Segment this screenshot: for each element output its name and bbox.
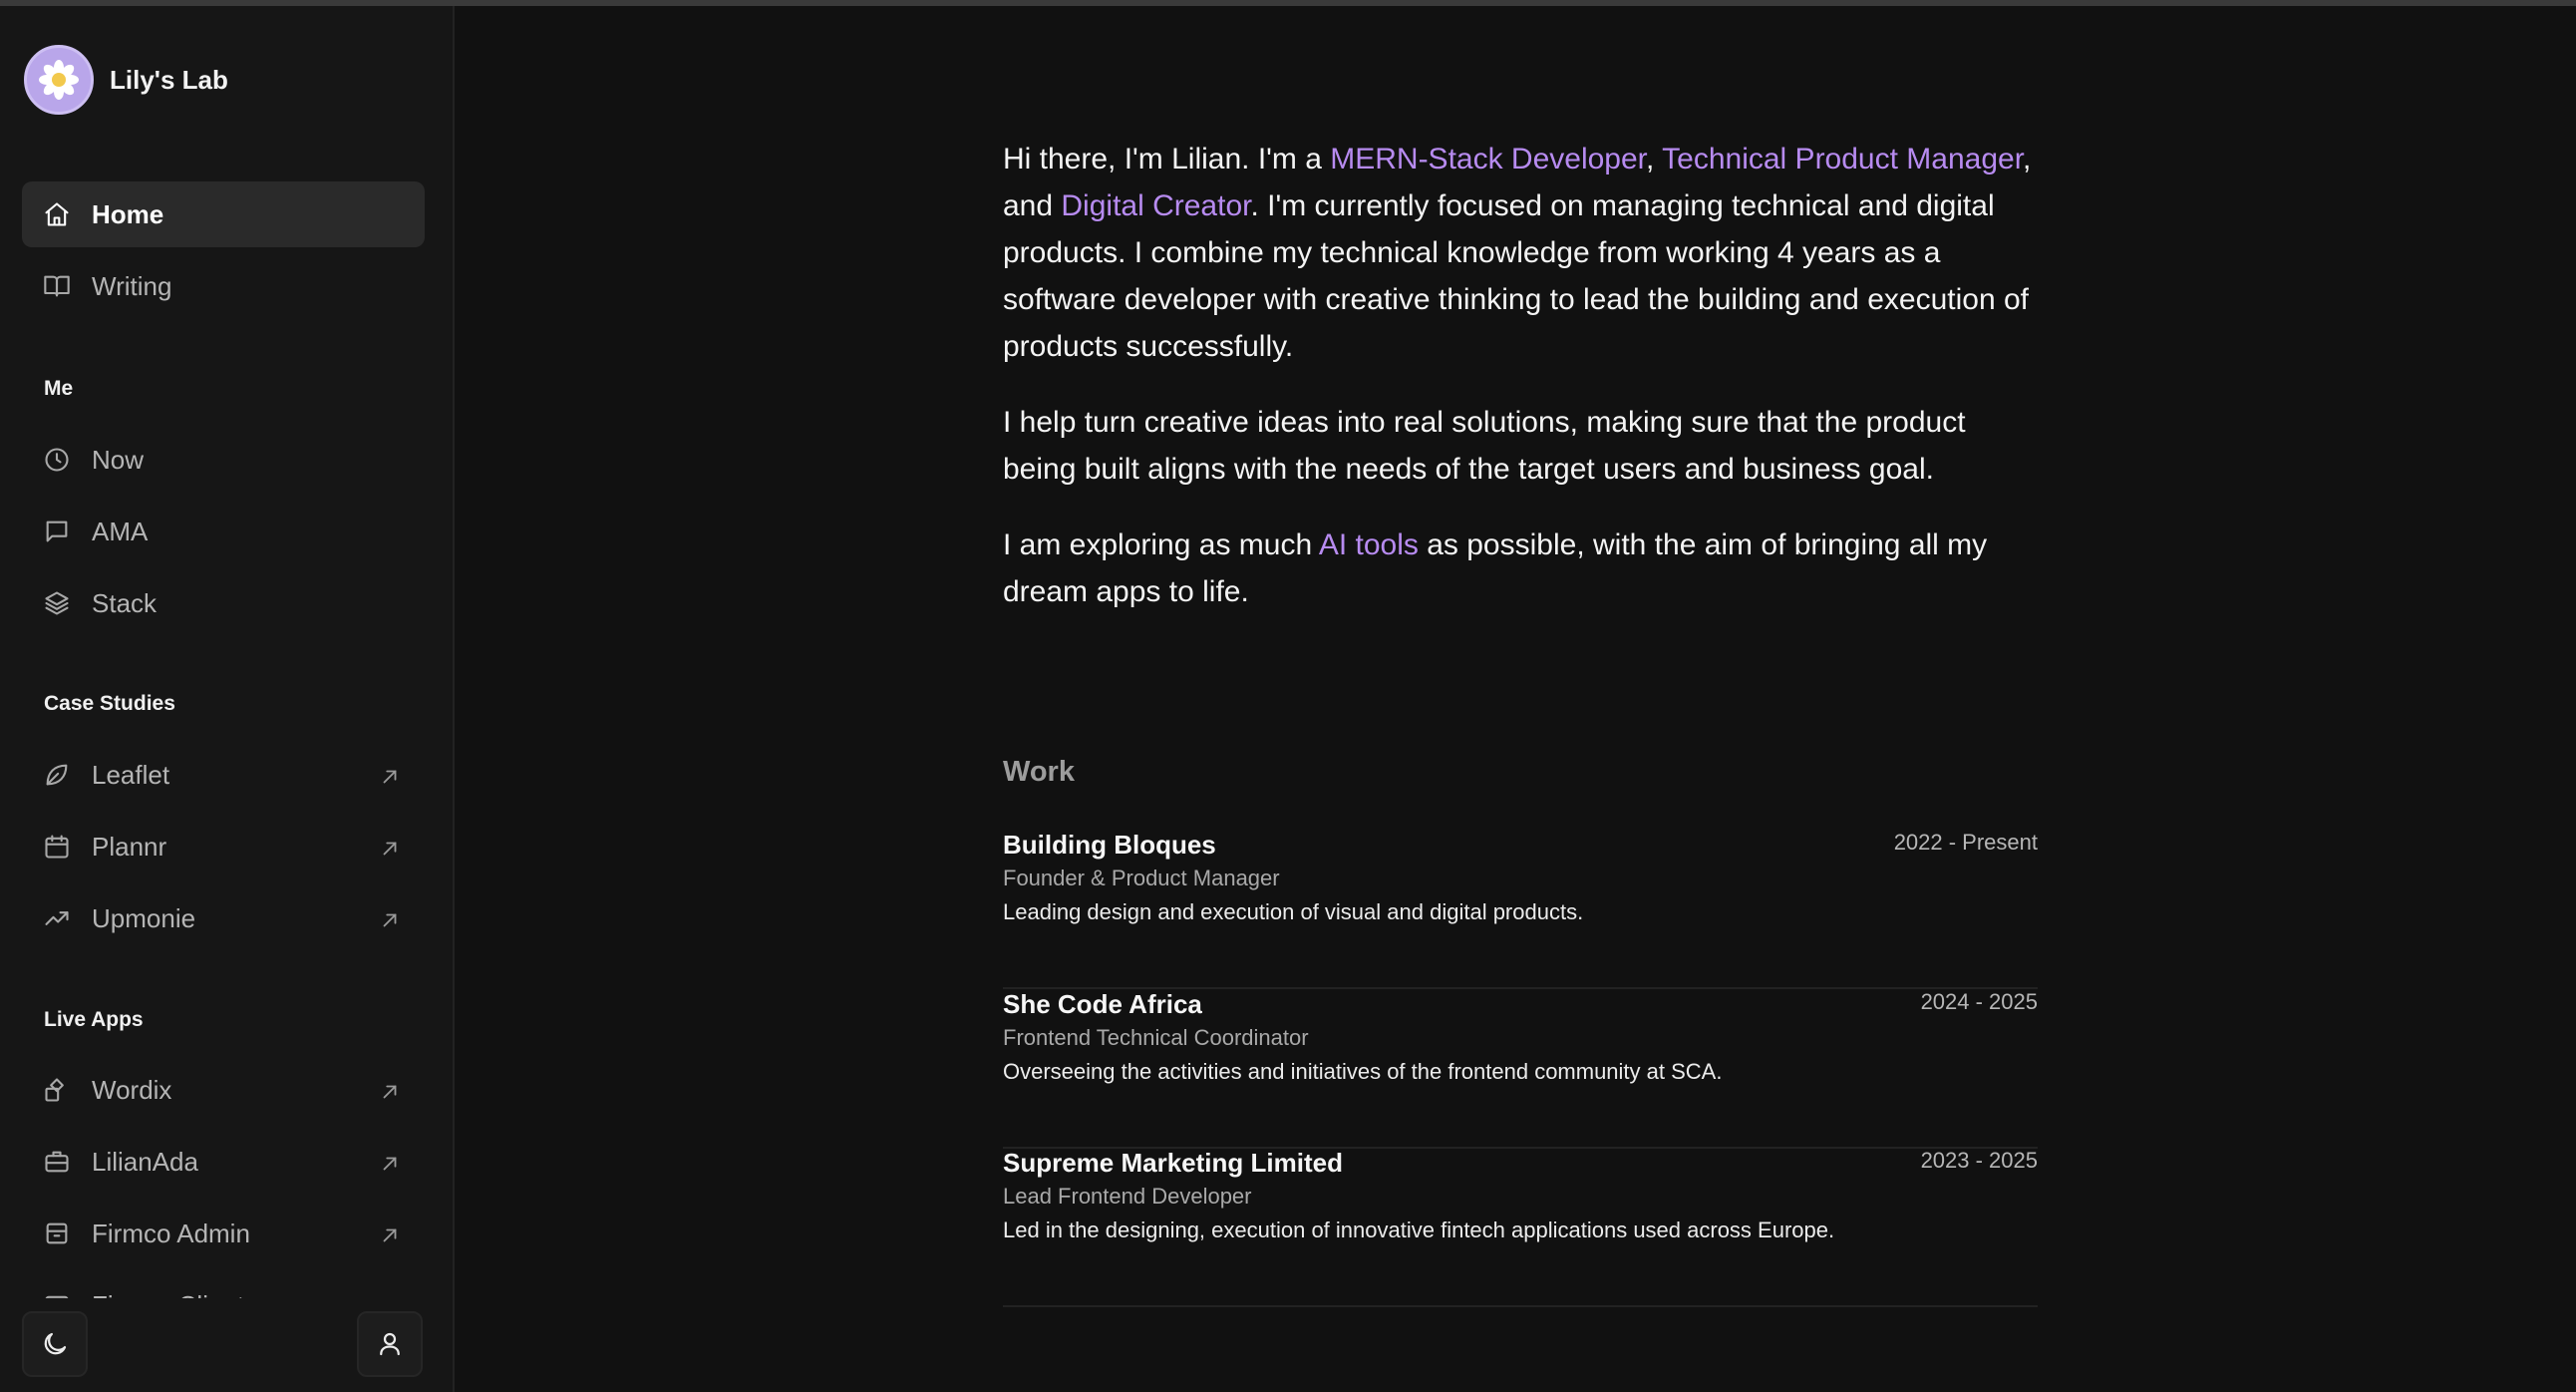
link-mern-stack-developer[interactable]: MERN-Stack Developer xyxy=(1330,143,1646,175)
sidebar-item-label: AMA xyxy=(92,516,149,546)
calendar-icon xyxy=(42,832,72,862)
sidebar-item-leaflet[interactable]: Leaflet xyxy=(22,742,425,808)
work-item-building-bloques: Building Bloques 2022 - Present Founder … xyxy=(1003,830,2038,989)
avatar xyxy=(24,45,94,115)
sidebar-footer xyxy=(0,1298,453,1392)
sidebar-item-home[interactable]: Home xyxy=(22,181,425,247)
external-link-icon xyxy=(379,836,401,858)
sidebar-item-label: Wordix xyxy=(92,1074,172,1105)
job-company: Building Bloques xyxy=(1003,830,1216,860)
brand[interactable]: Lily's Lab xyxy=(24,44,228,116)
case-studies-nav: Leaflet Plannr Upmonie xyxy=(22,742,425,951)
moon-icon xyxy=(44,1332,67,1355)
intro-text: I am exploring as much xyxy=(1003,528,1319,561)
job-years: 2023 - 2025 xyxy=(1920,1148,2038,1173)
sidebar-item-firmco-admin[interactable]: Firmco Admin xyxy=(22,1201,425,1266)
message-icon xyxy=(42,517,72,546)
intro: Hi there, I'm Lilian. I'm a MERN-Stack D… xyxy=(1003,136,2040,644)
sidebar-item-label: Plannr xyxy=(92,831,167,862)
sidebar-item-lilianada[interactable]: LilianAda xyxy=(22,1129,425,1195)
intro-text: Hi there, I'm Lilian. I'm a xyxy=(1003,143,1331,175)
primary-nav: Home Writing xyxy=(22,181,425,319)
intro-text: , xyxy=(1646,143,1663,175)
section-title-case-studies: Case Studies xyxy=(44,692,175,715)
job-company: She Code Africa xyxy=(1003,989,1202,1019)
job-description: Overseeing the activities and initiative… xyxy=(1003,1059,1723,1084)
clock-icon xyxy=(42,445,72,475)
job-company: Supreme Marketing Limited xyxy=(1003,1148,1343,1178)
live-apps-nav: Wordix LilianAda Firmco Admin Firmco Cli… xyxy=(22,1057,425,1338)
flower-logo-icon xyxy=(39,60,79,100)
work-item-she-code-africa: She Code Africa 2024 - 2025 Frontend Tec… xyxy=(1003,989,2038,1149)
home-icon xyxy=(42,199,72,229)
archive-icon xyxy=(42,1218,72,1248)
sidebar-item-ama[interactable]: AMA xyxy=(22,499,425,564)
job-role: Founder & Product Manager xyxy=(1003,866,1280,890)
job-years: 2024 - 2025 xyxy=(1920,989,2038,1014)
sidebar-item-label: LilianAda xyxy=(92,1146,198,1177)
work-section-title: Work xyxy=(1003,756,1075,788)
user-icon xyxy=(380,1332,400,1356)
intro-paragraph-2: I help turn creative ideas into real sol… xyxy=(1003,406,1966,486)
sidebar-item-label: Stack xyxy=(92,587,158,618)
sidebar-item-label: Home xyxy=(92,198,164,229)
sidebar-item-label: Writing xyxy=(92,270,172,301)
book-icon xyxy=(42,271,72,301)
external-link-icon xyxy=(379,1222,401,1244)
job-role: Frontend Technical Coordinator xyxy=(1003,1025,1309,1050)
layers-icon xyxy=(42,588,72,618)
briefcase-icon xyxy=(42,1147,72,1177)
sidebar-item-upmonie[interactable]: Upmonie xyxy=(22,885,425,951)
sidebar-item-plannr[interactable]: Plannr xyxy=(22,814,425,879)
section-title-live-apps: Live Apps xyxy=(44,1008,144,1031)
sidebar-item-label: Upmonie xyxy=(92,902,196,933)
job-description: Led in the designing, execution of innov… xyxy=(1003,1218,1835,1242)
sidebar-item-now[interactable]: Now xyxy=(22,427,425,493)
link-ai-tools[interactable]: AI tools xyxy=(1319,528,1419,561)
sidebar-item-label: Leaflet xyxy=(92,759,170,790)
sidebar-item-stack[interactable]: Stack xyxy=(22,570,425,636)
work-item-supreme-marketing: Supreme Marketing Limited 2023 - 2025 Le… xyxy=(1003,1148,2038,1307)
profile-button[interactable] xyxy=(357,1311,423,1377)
job-years: 2022 - Present xyxy=(1893,830,2038,855)
sidebar-item-writing[interactable]: Writing xyxy=(22,253,425,319)
external-link-icon xyxy=(379,1151,401,1173)
sidebar-item-label: Now xyxy=(92,444,145,475)
sidebar-item-wordix[interactable]: Wordix xyxy=(22,1057,425,1123)
sidebar-item-label: Firmco Admin xyxy=(92,1218,250,1248)
brand-name: Lily's Lab xyxy=(110,64,228,95)
job-description: Leading design and execution of visual a… xyxy=(1003,899,1584,924)
sidebar: Lily's Lab Home Writing Me Now AMA Stack… xyxy=(0,6,455,1392)
theme-toggle-button[interactable] xyxy=(22,1311,88,1377)
section-title-me: Me xyxy=(44,377,74,400)
external-link-icon xyxy=(379,764,401,786)
leaf-icon xyxy=(42,760,72,790)
shapes-icon xyxy=(42,1075,72,1105)
job-role: Lead Frontend Developer xyxy=(1003,1184,1252,1209)
link-digital-creator[interactable]: Digital Creator xyxy=(1061,189,1250,222)
external-link-icon xyxy=(379,1079,401,1101)
link-technical-product-manager[interactable]: Technical Product Manager xyxy=(1662,143,2023,175)
me-nav: Now AMA Stack xyxy=(22,427,425,636)
trending-up-icon xyxy=(42,903,72,933)
external-link-icon xyxy=(379,907,401,929)
intro-paragraph-3: I am exploring as much AI tools as possi… xyxy=(1003,522,2040,615)
intro-paragraph-1: Hi there, I'm Lilian. I'm a MERN-Stack D… xyxy=(1003,136,2040,370)
